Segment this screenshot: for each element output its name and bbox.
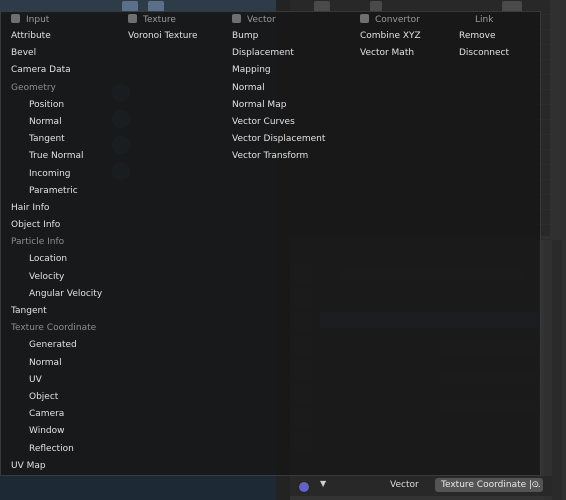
menu-item[interactable]: Parametric [11, 183, 121, 200]
menu-column-texture: Texture Voronoi Texture [128, 13, 223, 45]
menu-item[interactable]: Incoming [11, 166, 121, 183]
vector-socket-icon[interactable] [298, 481, 310, 493]
menu-column-header-label: Vector [247, 15, 276, 25]
menu-column-vector: Vector Bump Displacement Mapping Normal Norma… [232, 13, 327, 166]
menu-item[interactable]: Voronoi Texture [128, 28, 223, 45]
convertor-category-icon [360, 14, 369, 23]
menu-column-header: Vector [232, 13, 327, 28]
menu-item[interactable]: Position [11, 97, 121, 114]
node-socket-row: ▼ Vector Texture Coordinate | .. ⊙ [290, 476, 552, 496]
clear-link-icon[interactable]: ⊙ [531, 478, 539, 492]
menu-item[interactable]: Camera Data [11, 62, 121, 79]
menu-column-link: Link Remove Disconnect [459, 13, 539, 62]
menu-item[interactable]: Window [11, 423, 121, 440]
menu-item[interactable]: UV Map [11, 458, 121, 475]
menu-item[interactable]: Mapping [232, 62, 327, 79]
menu-item[interactable]: Angular Velocity [11, 286, 121, 303]
menu-item[interactable]: Location [11, 251, 121, 268]
menu-item[interactable]: Displacement [232, 45, 327, 62]
menu-item[interactable]: Tangent [11, 131, 121, 148]
menu-item[interactable]: Normal [11, 114, 121, 131]
menu-column-header: Input [11, 13, 121, 28]
menu-item[interactable]: Normal [232, 80, 327, 97]
menu-item[interactable]: Attribute [11, 28, 121, 45]
input-category-icon [11, 14, 20, 23]
menu-column-input: Input Attribute Bevel Camera Data Geometry Po… [11, 13, 121, 475]
menu-column-header-label: Texture [143, 15, 176, 25]
menu-item[interactable]: Vector Math [360, 45, 455, 62]
menu-item[interactable]: Combine XYZ [360, 28, 455, 45]
menu-item[interactable]: Vector Displacement [232, 131, 327, 148]
menu-item[interactable]: Camera [11, 406, 121, 423]
menu-item[interactable]: True Normal [11, 148, 121, 165]
link-node-menu: Input Attribute Bevel Camera Data Geometry Po… [0, 11, 541, 476]
texture-category-icon [128, 14, 137, 23]
menu-item[interactable]: Object Info [11, 217, 121, 234]
menu-item[interactable]: Reflection [11, 441, 121, 458]
menu-item[interactable]: Remove [459, 28, 539, 45]
menu-item[interactable]: Tangent [11, 303, 121, 320]
socket-label: Vector [390, 480, 419, 490]
menu-column-header: Link [459, 13, 539, 28]
menu-item[interactable]: Hair Info [11, 200, 121, 217]
menu-column-header: Texture [128, 13, 223, 28]
link-dropdown-value: Texture Coordinate | .. [441, 480, 541, 490]
menu-column-header-label: Link [475, 15, 494, 25]
menu-item[interactable]: Vector Curves [232, 114, 327, 131]
menu-column-header-label: Convertor [375, 15, 420, 25]
menu-subheader: Texture Coordinate [11, 323, 97, 334]
menu-item[interactable]: UV [11, 372, 121, 389]
link-dropdown[interactable]: Texture Coordinate | .. ⊙ [435, 478, 543, 492]
menu-item[interactable]: Object [11, 389, 121, 406]
vector-category-icon [232, 14, 241, 23]
menu-item[interactable]: Bevel [11, 45, 121, 62]
menu-column-convertor: Convertor Combine XYZ Vector Math [360, 13, 455, 62]
menu-item[interactable]: Disconnect [459, 45, 539, 62]
properties-scrollbar [552, 240, 562, 500]
expand-triangle-icon[interactable]: ▼ [320, 479, 326, 488]
menu-item[interactable]: Bump [232, 28, 327, 45]
menu-item[interactable]: Generated [11, 337, 121, 354]
menu-item[interactable]: Velocity [11, 269, 121, 286]
menu-item[interactable]: Normal Map [232, 97, 327, 114]
menu-column-header-label: Input [26, 15, 50, 25]
menu-subheader: Geometry [11, 82, 56, 93]
menu-item[interactable]: Normal [11, 355, 121, 372]
menu-subheader: Particle Info [11, 237, 65, 248]
menu-item[interactable]: Vector Transform [232, 148, 327, 165]
menu-column-header: Convertor [360, 13, 455, 28]
